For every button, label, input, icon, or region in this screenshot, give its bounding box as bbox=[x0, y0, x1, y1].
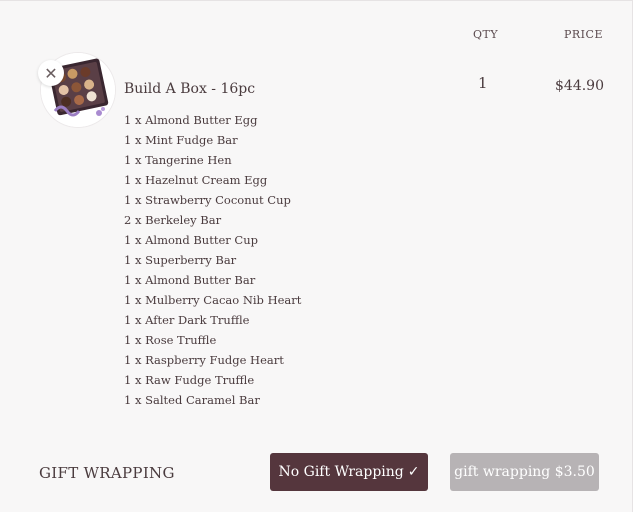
list-item: 1 x Mint Fudge Bar bbox=[124, 133, 238, 147]
remove-item-button[interactable]: ✕ bbox=[38, 60, 64, 86]
qty-column-header: QTY bbox=[473, 28, 499, 41]
list-item: 1 x Raw Fudge Truffle bbox=[124, 373, 255, 387]
gift-wrapping-option-label: gift wrapping $3.50 bbox=[454, 464, 595, 480]
list-item: 1 x Tangerine Hen bbox=[124, 153, 232, 167]
gift-wrapping-label: GIFT WRAPPING bbox=[39, 464, 175, 482]
list-item: 1 x Almond Butter Bar bbox=[124, 273, 256, 287]
list-item: 1 x Mulberry Cacao Nib Heart bbox=[124, 293, 302, 307]
list-item: 1 x Strawberry Coconut Cup bbox=[124, 193, 291, 207]
product-name: Build A Box - 16pc bbox=[124, 81, 256, 97]
no-gift-wrapping-label: No Gift Wrapping bbox=[278, 464, 404, 480]
top-border bbox=[0, 0, 633, 1]
product-quantity: 1 bbox=[478, 74, 488, 92]
box-contents-list: 1 x Almond Butter Egg 1 x Mint Fudge Bar… bbox=[124, 111, 301, 411]
list-item: 1 x After Dark Truffle bbox=[124, 313, 250, 327]
list-item: 2 x Berkeley Bar bbox=[124, 213, 222, 227]
gift-wrapping-button[interactable]: gift wrapping $3.50 bbox=[450, 453, 599, 491]
price-column-header: PRICE bbox=[564, 28, 603, 41]
list-item: 1 x Almond Butter Cup bbox=[124, 233, 258, 247]
checkmark-icon: ✓ bbox=[407, 464, 420, 480]
list-item: 1 x Superberry Bar bbox=[124, 253, 237, 267]
list-item: 1 x Almond Butter Egg bbox=[124, 113, 258, 127]
product-price: $44.90 bbox=[555, 78, 604, 94]
no-gift-wrapping-button[interactable]: No Gift Wrapping ✓ bbox=[270, 453, 428, 491]
list-item: 1 x Raspberry Fudge Heart bbox=[124, 353, 284, 367]
list-item: 1 x Rose Truffle bbox=[124, 333, 217, 347]
list-item: 1 x Salted Caramel Bar bbox=[124, 393, 260, 407]
list-item: 1 x Hazelnut Cream Egg bbox=[124, 173, 268, 187]
close-icon: ✕ bbox=[44, 63, 58, 83]
